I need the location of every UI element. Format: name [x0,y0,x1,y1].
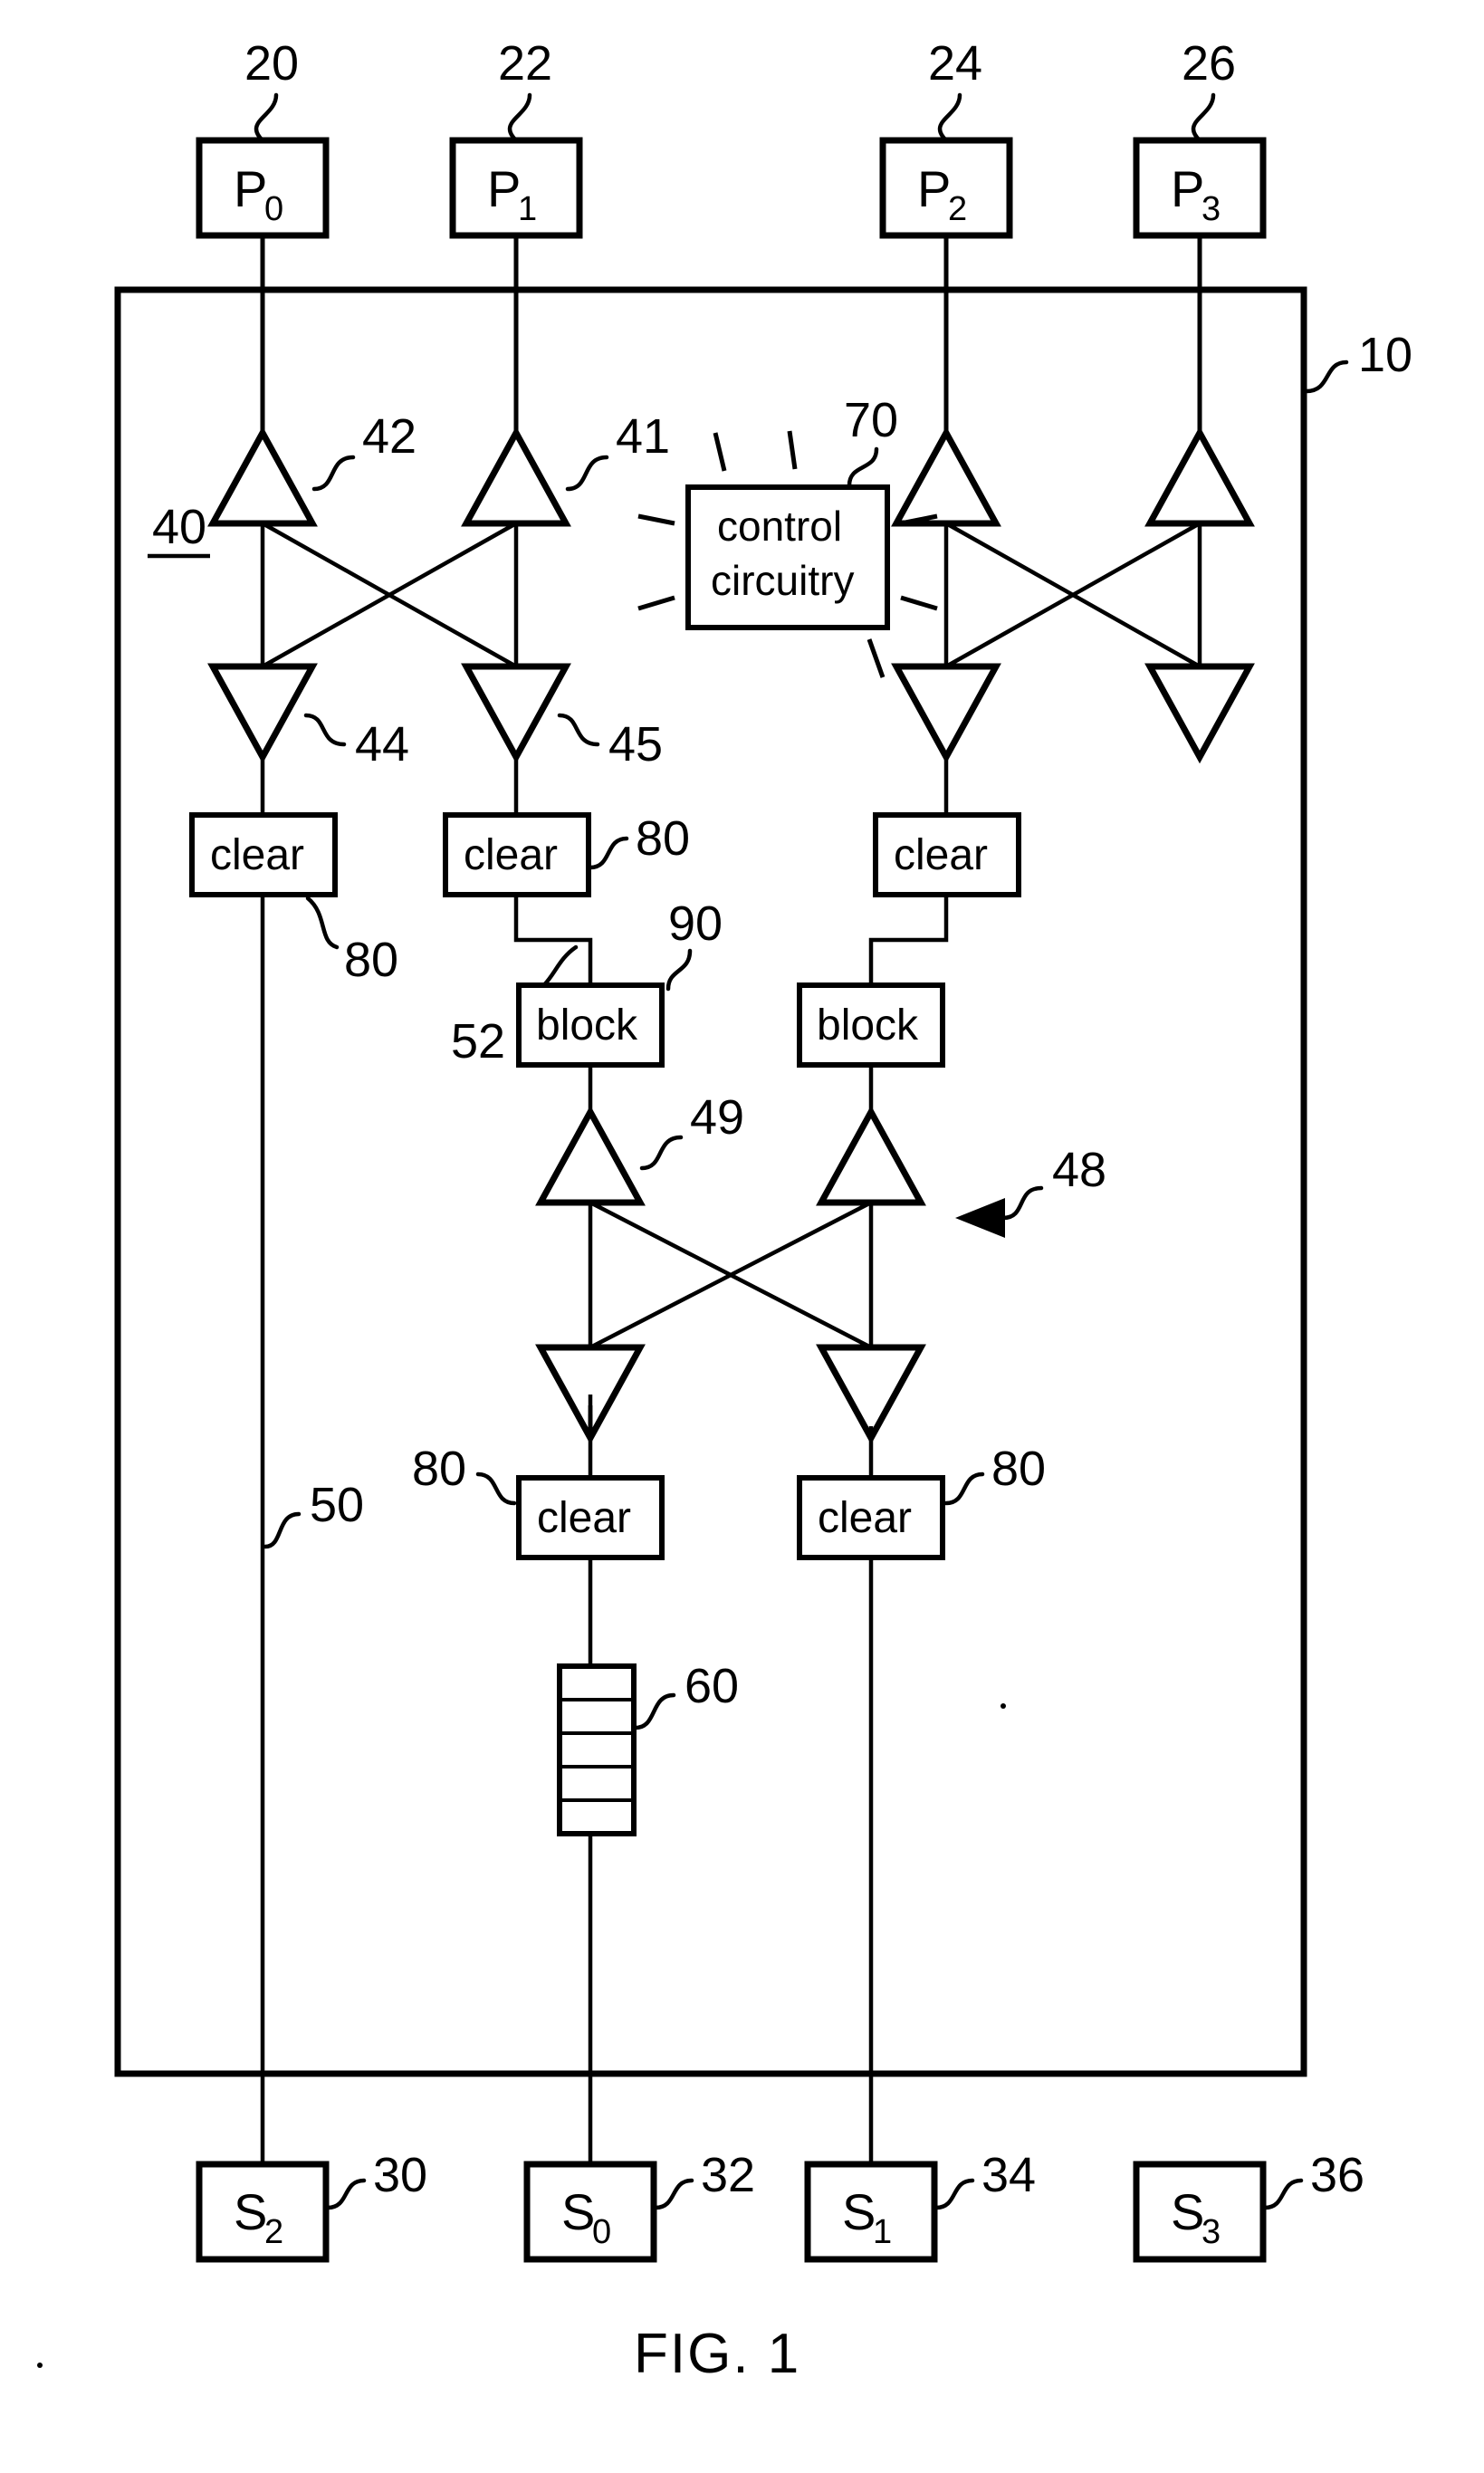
spark-bottom-right [866,638,886,678]
storage-label-s0: S [561,2183,595,2240]
ref-label-10: 10 [1358,328,1412,382]
leader-70 [847,446,879,488]
patent-figure-page: 10 20 P 0 22 P 1 24 P 2 26 P 3 42 41 44 … [0,0,1484,2473]
spark-top-left [713,432,727,472]
clear-box-2-label: clear [464,831,558,879]
ref-label-50: 50 [310,1478,364,1532]
processor-label-p0: P [234,160,267,217]
ref-label-90: 90 [668,896,723,951]
ref-label-80-a: 80 [344,933,398,987]
spark-top-mid [787,430,798,470]
figure-1-diagram: 10 20 P 0 22 P 1 24 P 2 26 P 3 42 41 44 … [37,36,1412,2385]
leader-80-a [305,896,340,950]
ref-label-60: 60 [685,1659,739,1713]
ref-label-36: 36 [1310,2148,1364,2202]
leader-34 [933,2178,975,2210]
leader-41 [565,455,609,492]
clear-box-3-label: clear [894,831,988,879]
leader-49 [639,1135,684,1171]
leader-44 [303,713,347,747]
leader-90 [665,948,693,992]
control-circuitry-line1: control [717,503,842,550]
jog-clear3-to-block2 [868,895,949,985]
ref-label-45: 45 [608,717,663,772]
figure-caption: FIG. 1 [634,2323,800,2385]
switch-down-3 [891,663,1001,764]
leader-80-c [475,1471,517,1506]
switch-down-4 [1144,663,1255,764]
storage-sub-s0: 0 [592,2213,611,2251]
scan-artifact-dot-mid [1001,1703,1006,1709]
ref-label-32: 32 [701,2148,755,2202]
processor-sub-p3: 3 [1202,190,1221,228]
clear-box-1-label: clear [210,831,304,879]
storage-label-s3: S [1171,2183,1204,2240]
leader-20 [254,92,279,143]
ref-label-80-b: 80 [636,811,690,866]
ref-label-80-c: 80 [412,1442,466,1496]
spark-left-upper [637,513,675,526]
switch-up-42 [207,426,318,527]
ref-label-52: 52 [451,1014,505,1069]
scan-artifact-dot-left [37,2363,43,2368]
ref-label-42: 42 [362,409,416,464]
arrow-48-head [955,1198,1005,1238]
clear-box-4-label: clear [537,1494,631,1542]
clear-box-5-label: clear [818,1494,912,1542]
storage-label-s2: S [234,2183,267,2240]
leader-80-b [588,836,629,870]
leader-50 [263,1511,302,1549]
ref-label-44: 44 [355,717,409,772]
ref-label-34: 34 [981,2148,1036,2202]
processor-label-p2: P [917,160,951,217]
switch-down-stage2-b [816,1344,926,1445]
leader-32 [653,2178,694,2210]
leader-48 [1001,1185,1044,1221]
spark-left-lower [637,595,675,611]
switch-up-49 [535,1105,646,1206]
buffer-stack-60 [557,1663,637,1836]
leader-26 [1191,92,1216,143]
leader-36 [1262,2178,1304,2210]
leader-45 [557,713,600,747]
ref-label-49: 49 [690,1090,744,1145]
ref-label-26: 26 [1182,36,1236,91]
control-circuitry-line2: circuitry [711,557,854,604]
processor-sub-p1: 1 [518,190,537,228]
ref-label-40: 40 [152,500,206,554]
switch-up-41 [461,426,571,527]
processor-label-p1: P [487,160,521,217]
leader-80-d [943,1471,985,1506]
processor-sub-p0: 0 [264,190,283,228]
ref-label-80-d: 80 [991,1442,1046,1496]
spark-right-lower [900,595,938,611]
ref-label-41: 41 [616,409,670,464]
ref-label-20: 20 [244,36,299,91]
ref-label-48: 48 [1052,1143,1106,1197]
leader-10 [1304,359,1349,394]
switch-down-44 [207,663,318,764]
block-box-2-label: block [817,1002,919,1050]
leader-60 [633,1692,676,1730]
ref-label-22: 22 [498,36,552,91]
processor-sub-p2: 2 [948,190,967,228]
processor-label-p3: P [1171,160,1204,217]
ref-label-30: 30 [373,2148,427,2202]
leader-22 [507,92,532,143]
leader-24 [937,92,962,143]
switch-up-4 [1144,426,1255,527]
switch-up-3 [891,426,1001,527]
block-box-1-label: block [536,1002,638,1050]
storage-label-s1: S [842,2183,876,2240]
ref-label-24: 24 [928,36,982,91]
storage-sub-s3: 3 [1202,2213,1221,2251]
storage-sub-s2: 2 [264,2213,283,2251]
leader-30 [325,2178,367,2210]
ref-label-70: 70 [844,393,898,447]
switch-up-stage2-b [816,1105,926,1206]
storage-sub-s1: 1 [873,2213,892,2251]
leader-42 [311,455,356,492]
switch-down-45 [461,663,571,764]
